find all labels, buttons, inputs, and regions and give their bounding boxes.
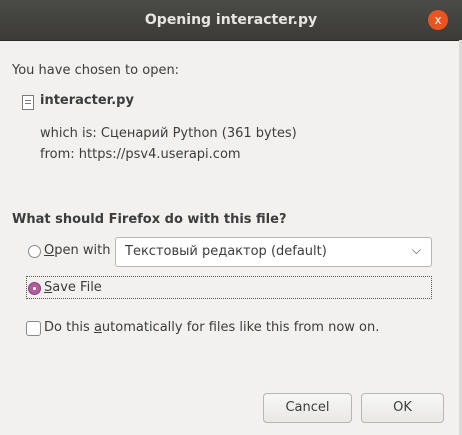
close-button[interactable]: x: [428, 10, 448, 30]
save-file-label-rest: ave File: [52, 280, 102, 295]
file-icon: [22, 95, 34, 110]
auto-label-mnemonic: a: [93, 320, 102, 335]
open-with-label[interactable]: Open with: [44, 243, 110, 258]
open-with-mnemonic: O: [44, 243, 55, 258]
file-type: which is: Сценарий Python (361 bytes): [40, 126, 297, 141]
titlebar: Opening interacter.py x: [0, 0, 462, 41]
open-file-dialog: Opening interacter.py x You have chosen …: [0, 0, 462, 435]
ok-button[interactable]: OK: [361, 393, 444, 423]
file-source: from: https://psv4.userapi.com: [40, 147, 241, 162]
chosen-to-open-label: You have chosen to open:: [12, 63, 180, 78]
open-with-label-rest: pen with: [54, 243, 111, 258]
close-icon: x: [434, 13, 442, 27]
auto-checkbox[interactable]: [26, 321, 41, 336]
auto-label-before: Do this: [44, 320, 94, 335]
chevron-down-icon: ⌵: [411, 243, 421, 257]
application-select-value: Текстовый редактор (default): [125, 244, 327, 259]
dialog-title: Opening interacter.py: [144, 12, 318, 28]
auto-label-after: utomatically for files like this from no…: [101, 320, 380, 335]
file-name: interacter.py: [40, 93, 134, 108]
auto-checkbox-label[interactable]: Do this automatically for files like thi…: [44, 320, 379, 335]
save-file-label[interactable]: Save File: [44, 280, 102, 295]
open-with-radio[interactable]: [28, 245, 41, 258]
save-file-radio[interactable]: [28, 282, 41, 295]
cancel-button[interactable]: Cancel: [263, 393, 352, 423]
action-question: What should Firefox do with this file?: [12, 212, 287, 227]
application-select[interactable]: Текстовый редактор (default) ⌵: [115, 237, 432, 267]
